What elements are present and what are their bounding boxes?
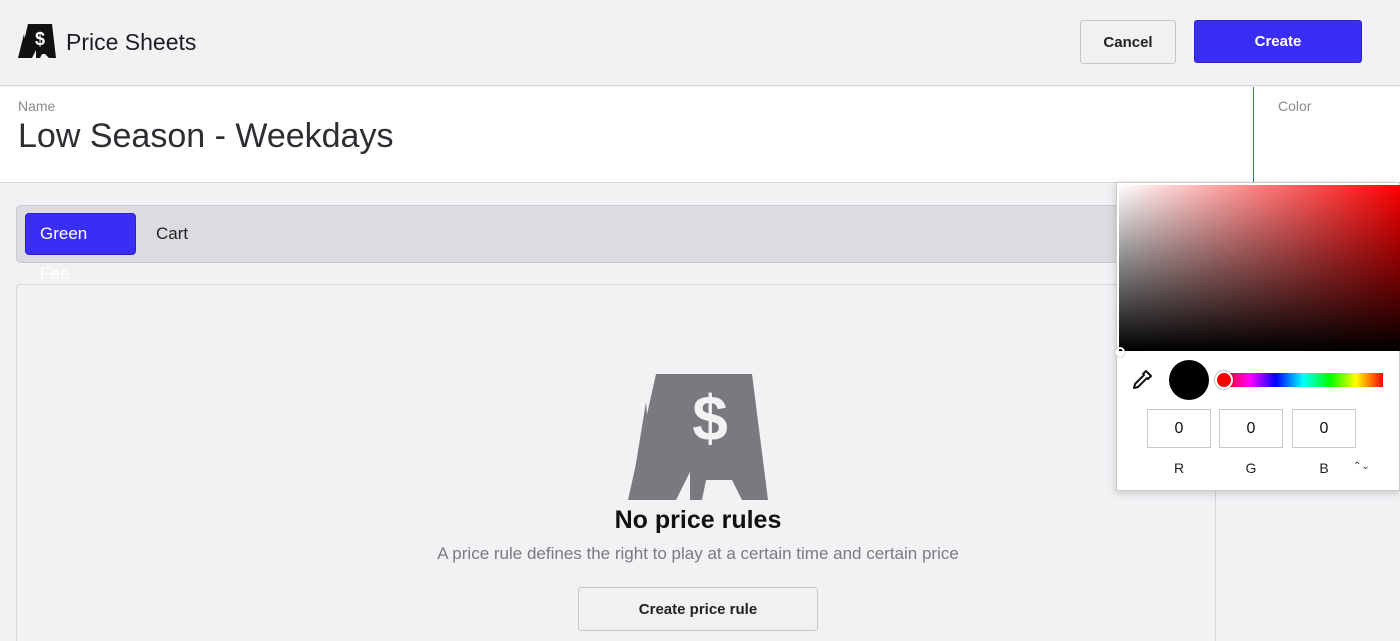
empty-state-title: No price rules [614,506,782,534]
saturation-handle[interactable] [1115,347,1125,357]
tab-bar: Green Fee Cart [16,205,1216,283]
blue-input[interactable] [1292,409,1356,448]
hue-slider[interactable] [1215,371,1383,389]
cancel-button[interactable]: Cancel [1080,20,1176,64]
green-input[interactable] [1219,409,1283,448]
tab-cart[interactable]: Cart [142,213,202,255]
red-label: R [1173,460,1185,476]
green-label: G [1245,460,1257,476]
color-picker: R G B ⌃⌄ [1115,182,1400,491]
name-label: Name [18,98,56,114]
eyedropper-icon[interactable] [1131,369,1153,391]
svg-text:$: $ [692,382,728,454]
name-row: Name Low Season - Weekdays Color [0,87,1400,183]
top-bar: $ Price Sheets Cancel Create [0,0,1400,86]
create-price-rule-button[interactable]: Create price rule [578,587,818,631]
red-input[interactable] [1147,409,1211,448]
app-title: Price Sheets [66,29,197,55]
tab-green-fee[interactable]: Green Fee [25,213,136,283]
blue-label: B [1319,460,1329,476]
color-mode-toggle-icon[interactable]: ⌃⌄ [1353,459,1370,475]
create-button[interactable]: Create [1194,20,1362,63]
empty-state-description: A price rule defines the right to play a… [437,544,959,563]
saturation-area[interactable] [1115,185,1400,357]
color-preview-swatch [1169,360,1209,400]
price-sheet-empty-icon: $ [628,374,768,500]
price-sheet-logo-icon: $ [18,24,56,58]
svg-text:$: $ [35,29,45,49]
hue-slider-handle[interactable] [1215,371,1233,389]
color-label: Color [1278,98,1312,114]
name-field[interactable]: Low Season - Weekdays [18,117,393,156]
color-field[interactable]: Color [1253,87,1400,183]
